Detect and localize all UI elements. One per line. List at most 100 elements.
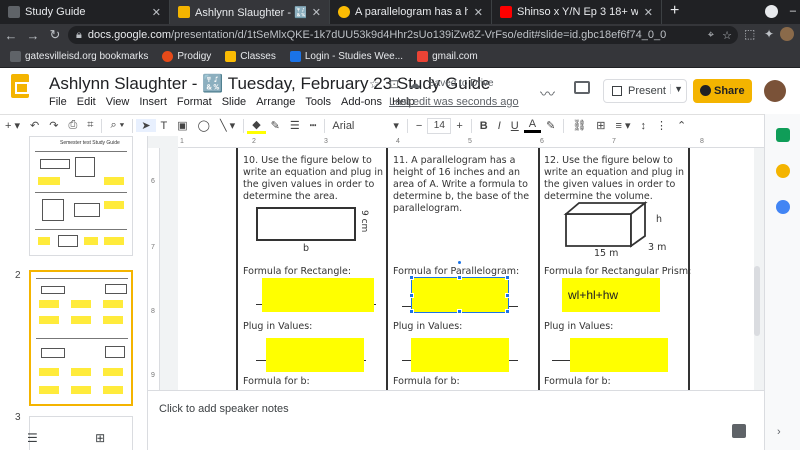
border-weight-icon[interactable]: ☰ [285, 119, 305, 132]
tab-youtube[interactable]: Shinso x Y/N Ep 3 18+ warning .. ✕ [492, 0, 662, 24]
url-field[interactable]: 🔒︎ docs.google.com/presentation/d/1tSeMl… [68, 26, 738, 44]
keep-icon[interactable] [776, 164, 790, 178]
answer-box[interactable]: wl+hl+hw [562, 278, 660, 312]
selected-answer-box[interactable] [411, 277, 509, 313]
print-icon[interactable]: ⎙ [63, 119, 82, 132]
italic-icon[interactable]: I [493, 120, 506, 132]
close-icon[interactable]: ✕ [312, 6, 321, 19]
tab-parallelogram[interactable]: A parallelogram has a height of 1 ✕ [330, 0, 492, 24]
close-icon[interactable]: ✕ [644, 6, 653, 19]
move-folder-icon[interactable]: ⊡ [389, 77, 399, 91]
canvas-scrollbar[interactable] [754, 266, 760, 336]
window-minimize-icon[interactable]: – [790, 5, 796, 17]
close-icon[interactable]: ✕ [152, 6, 161, 19]
textbox-icon[interactable]: T [156, 120, 173, 132]
bold-icon[interactable]: B [475, 120, 493, 132]
slide-thumbnail-1[interactable]: Semester test Study Guide [29, 136, 133, 256]
resize-handle[interactable] [409, 309, 414, 314]
font-select[interactable]: Arial [328, 120, 388, 132]
menu-arrange[interactable]: Arrange [256, 96, 295, 108]
reload-icon[interactable]: ↻ [44, 27, 66, 43]
new-tab-button[interactable]: + [662, 0, 687, 24]
line-spacing-icon[interactable]: ↕ [636, 120, 652, 132]
highlight-icon[interactable]: ✎ [541, 119, 560, 132]
grid-view-icon[interactable]: ⊞ [95, 431, 105, 445]
menu-view[interactable]: View [106, 96, 130, 108]
answer-box[interactable] [266, 338, 364, 372]
close-icon[interactable]: ✕ [474, 6, 483, 19]
present-button[interactable]: Present ▼ [603, 79, 687, 103]
answer-box[interactable] [262, 278, 374, 312]
align-icon[interactable]: ≡ ▾ [611, 119, 636, 132]
bookmark-star-icon[interactable]: ☆ [722, 29, 732, 42]
select-cursor-icon[interactable]: ➤ [136, 119, 156, 132]
menu-file[interactable]: File [49, 96, 67, 108]
user-avatar[interactable] [764, 80, 786, 102]
forward-icon[interactable]: → [22, 28, 44, 43]
comment-icon[interactable] [574, 81, 590, 94]
redo-icon[interactable]: ↷ [44, 119, 63, 132]
shape-icon[interactable]: ◯ [193, 119, 215, 132]
border-color-icon[interactable]: ✎ [266, 119, 285, 132]
resize-handle[interactable] [505, 293, 510, 298]
slides-logo-icon[interactable] [11, 74, 29, 98]
answer-box[interactable] [570, 338, 668, 372]
menu-insert[interactable]: Insert [139, 96, 167, 108]
document-title[interactable]: Ashlynn Slaughter - 🔣 Tuesday, February … [49, 74, 490, 94]
rotate-handle[interactable] [457, 260, 462, 265]
share-button[interactable]: Share [693, 79, 752, 103]
slide-thumbnail-2[interactable] [29, 270, 133, 406]
location-icon[interactable]: ⌖ [708, 29, 714, 42]
answer-box[interactable] [411, 338, 509, 372]
activity-trend-icon[interactable]: 〰 [540, 83, 555, 104]
chevron-down-icon[interactable]: ▼ [670, 84, 683, 94]
slide[interactable]: 10. Use the figure below to write an equ… [178, 148, 754, 390]
more-icon[interactable]: ⋮ [651, 119, 672, 132]
bookmark-item[interactable]: Prodigy [162, 51, 211, 62]
paint-format-icon[interactable]: ⌗ [82, 119, 98, 132]
increase-font-button[interactable]: + [451, 120, 467, 132]
link-icon[interactable]: ⛓ [567, 119, 591, 132]
line-icon[interactable]: ╲ ▾ [215, 119, 240, 132]
extension-icon[interactable]: ⬚ [744, 27, 755, 41]
menu-edit[interactable]: Edit [77, 96, 96, 108]
resize-handle[interactable] [409, 293, 414, 298]
browser-avatar[interactable] [780, 27, 794, 41]
font-size-input[interactable]: 14 [427, 117, 452, 134]
menu-slide[interactable]: Slide [222, 96, 246, 108]
bookmark-item[interactable]: Login - Studies Wee... [289, 51, 403, 62]
sheets-icon[interactable] [776, 128, 790, 142]
undo-icon[interactable]: ↶ [25, 119, 44, 132]
resize-handle[interactable] [457, 309, 462, 314]
bookmark-item[interactable]: gmail.com [417, 51, 478, 62]
back-icon[interactable]: ← [0, 28, 22, 43]
bookmark-item[interactable]: Classes [225, 51, 276, 62]
decrease-font-button[interactable]: − [411, 120, 427, 132]
new-slide-icon[interactable]: + ▾ [0, 119, 25, 132]
fill-color-icon[interactable]: ◆ [247, 118, 266, 134]
puzzle-icon[interactable]: ✦ [764, 27, 774, 41]
image-icon[interactable]: ▣ [172, 119, 192, 132]
star-icon[interactable]: ☆ [369, 77, 380, 91]
filmstrip-view-icon[interactable]: ☰ [27, 431, 38, 445]
menu-addons[interactable]: Add-ons [341, 96, 382, 108]
border-dash-icon[interactable]: ┅ [305, 119, 322, 132]
text-color-icon[interactable]: A [523, 118, 542, 133]
resize-handle[interactable] [409, 275, 414, 280]
collapse-icon[interactable]: ⌃ [672, 119, 691, 132]
font-dropdown-icon[interactable]: ▾ [388, 119, 404, 132]
menu-tools[interactable]: Tools [305, 96, 331, 108]
last-edit-link[interactable]: Last edit was seconds ago [389, 96, 519, 108]
answer-text[interactable]: wl+hl+hw [568, 288, 618, 302]
resize-handle[interactable] [505, 309, 510, 314]
speaker-notes[interactable]: Click to add speaker notes [148, 390, 764, 450]
resize-handle[interactable] [457, 275, 462, 280]
bookmark-item[interactable]: gatesvilleisd.org bookmarks [10, 51, 148, 62]
explore-icon[interactable] [732, 424, 746, 438]
resize-handle[interactable] [505, 275, 510, 280]
tab-slides[interactable]: Ashlynn Slaughter - 🔣 Tuesday, ✕ [170, 0, 330, 24]
comment-add-icon[interactable]: ⊞ [591, 119, 610, 132]
underline-icon[interactable]: U [506, 120, 524, 132]
tab-study-guide[interactable]: Study Guide ✕ [0, 0, 170, 24]
zoom-icon[interactable]: ⌕ ▾ [105, 119, 129, 132]
